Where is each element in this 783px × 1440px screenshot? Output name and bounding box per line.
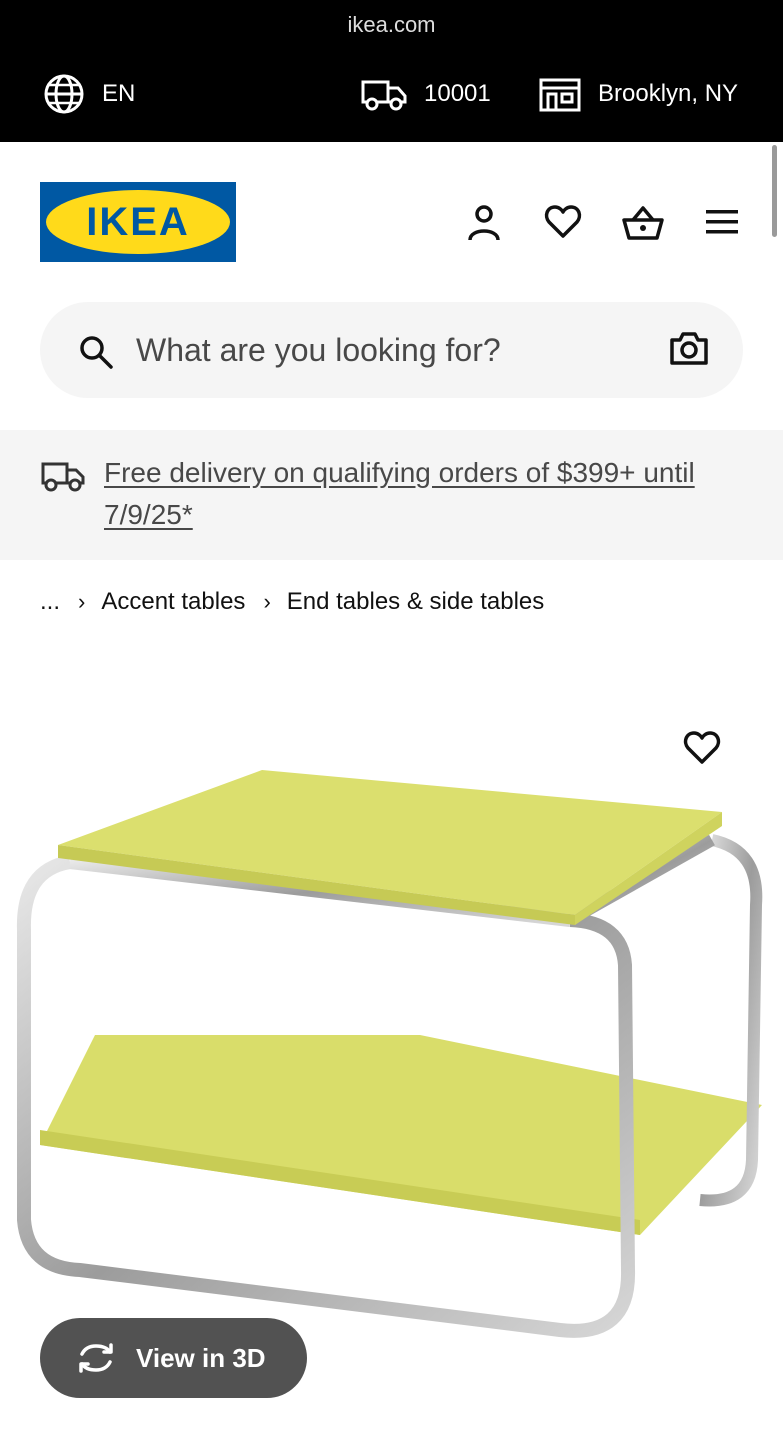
store-selector[interactable]: Brooklyn, NY bbox=[538, 72, 738, 116]
breadcrumb-end-tables[interactable]: End tables & side tables bbox=[287, 588, 545, 616]
person-icon bbox=[468, 205, 500, 241]
zip-label: 10001 bbox=[424, 80, 491, 107]
scrollbar[interactable] bbox=[772, 145, 777, 237]
chevron-right-icon: › bbox=[263, 589, 271, 614]
language-label: EN bbox=[102, 80, 136, 107]
search-input[interactable] bbox=[136, 322, 656, 378]
heart-icon bbox=[683, 731, 721, 764]
menu-button[interactable] bbox=[700, 200, 744, 244]
product-image[interactable] bbox=[0, 700, 783, 1400]
topbar-row: EN 10001 Brooklyn, NY bbox=[0, 72, 783, 116]
promo-banner: Free delivery on qualifying orders of $3… bbox=[0, 430, 783, 560]
globe-icon bbox=[44, 74, 84, 114]
language-selector[interactable]: EN bbox=[42, 72, 135, 116]
top-bar: ikea.com EN 10001 Brooklyn, NY bbox=[0, 0, 783, 142]
cart-button[interactable] bbox=[621, 200, 665, 244]
view-in-3d-button[interactable]: View in 3D bbox=[40, 1318, 307, 1398]
profile-button[interactable] bbox=[462, 200, 506, 244]
truck-icon bbox=[361, 80, 407, 111]
view-in-3d-label: View in 3D bbox=[136, 1342, 266, 1373]
favourites-button[interactable] bbox=[541, 200, 585, 244]
chevron-right-icon: › bbox=[78, 589, 86, 614]
search-bar[interactable] bbox=[40, 302, 743, 398]
truck-icon bbox=[41, 462, 85, 492]
delivery-zip-selector[interactable]: 10001 bbox=[360, 72, 491, 116]
breadcrumb: ... › Accent tables › End tables & side … bbox=[40, 586, 544, 618]
side-table-illustration bbox=[16, 770, 763, 1338]
promo-link[interactable]: Free delivery on qualifying orders of $3… bbox=[104, 452, 744, 536]
breadcrumb-ellipsis[interactable]: ... bbox=[40, 588, 60, 616]
heart-icon bbox=[544, 205, 582, 238]
browser-url[interactable]: ikea.com bbox=[0, 12, 783, 38]
store-label: Brooklyn, NY bbox=[598, 80, 739, 107]
breadcrumb-accent-tables[interactable]: Accent tables bbox=[101, 588, 245, 616]
add-to-favourites-button[interactable] bbox=[680, 726, 724, 770]
search-icon bbox=[80, 336, 113, 369]
logo-text: IKEA bbox=[86, 200, 190, 244]
basket-icon bbox=[622, 206, 664, 240]
ikea-logo[interactable]: IKEA bbox=[40, 182, 236, 262]
rotate-3d-icon bbox=[79, 1343, 113, 1373]
menu-icon bbox=[706, 210, 738, 234]
store-icon bbox=[539, 78, 581, 112]
camera-icon[interactable] bbox=[669, 330, 709, 366]
